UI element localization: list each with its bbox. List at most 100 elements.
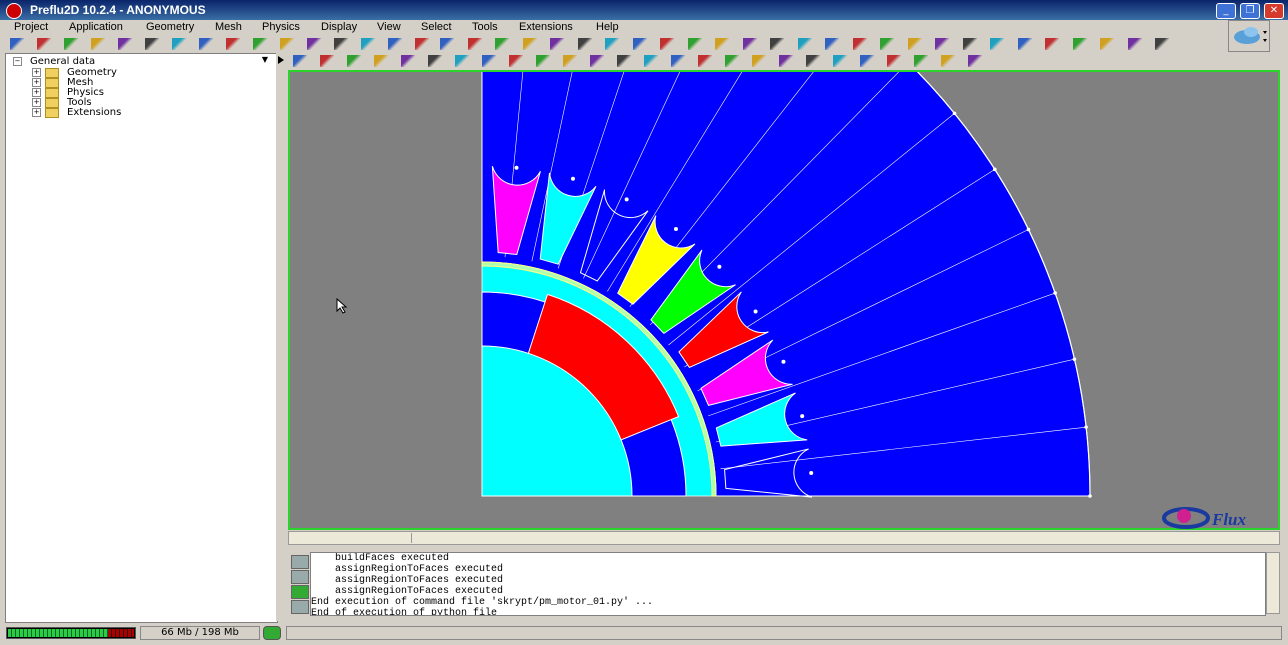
toolbar-button[interactable]: [64, 38, 78, 50]
menu-select[interactable]: Select: [421, 21, 452, 33]
toolbar-button[interactable]: [401, 55, 415, 67]
toolbar-button[interactable]: [415, 38, 429, 50]
expand-icon[interactable]: +: [32, 108, 41, 117]
toolbar-button[interactable]: [660, 38, 674, 50]
toolbar-button[interactable]: [455, 55, 469, 67]
expand-icon[interactable]: +: [32, 98, 41, 107]
toolbar-button[interactable]: [698, 55, 712, 67]
menu-mesh[interactable]: Mesh: [215, 21, 242, 33]
toolbar-button[interactable]: [334, 38, 348, 50]
toolbar-button[interactable]: [806, 55, 820, 67]
gc-icon[interactable]: [263, 626, 281, 640]
console-vscrollbar[interactable]: [1266, 552, 1280, 614]
menu-physics[interactable]: Physics: [262, 21, 300, 33]
toolbar-button[interactable]: [742, 38, 757, 50]
coil-point[interactable]: [570, 176, 575, 181]
toolbar-button[interactable]: [307, 38, 321, 50]
toolbar-button[interactable]: [226, 38, 240, 50]
toolbar-button[interactable]: [833, 55, 847, 67]
toolbar-button[interactable]: [687, 38, 702, 50]
app-icon[interactable]: [6, 3, 22, 19]
toolbar-button[interactable]: [852, 38, 867, 50]
toolbar-button[interactable]: [199, 38, 213, 50]
toolbar-button[interactable]: [467, 38, 482, 50]
toolbar-button[interactable]: [990, 38, 1004, 50]
toolbar-button[interactable]: [617, 55, 631, 67]
toolbar-button[interactable]: [880, 38, 894, 50]
toolbar-button[interactable]: [1155, 38, 1169, 50]
menu-application[interactable]: Application: [69, 21, 123, 33]
toolbar-button[interactable]: [482, 55, 496, 67]
toolbar-button[interactable]: [428, 55, 442, 67]
toolbar-button[interactable]: [797, 38, 812, 50]
toolbar-button[interactable]: [962, 38, 977, 50]
toolbar-button[interactable]: [91, 38, 105, 50]
toolbar-button[interactable]: [770, 38, 784, 50]
coil-point[interactable]: [800, 414, 805, 419]
toolbar-button[interactable]: [495, 38, 509, 50]
cloud-logo-button[interactable]: [1228, 20, 1270, 52]
toolbar-button[interactable]: [522, 38, 537, 50]
viewport-hscrollbar[interactable]: [288, 531, 1280, 545]
coil-point[interactable]: [514, 165, 519, 170]
toolbar-button[interactable]: [941, 55, 955, 67]
motor-geometry[interactable]: [290, 72, 1278, 528]
toolbar-button[interactable]: [280, 38, 294, 50]
panel-splitter[interactable]: [276, 53, 286, 621]
console-up-icon[interactable]: [291, 600, 309, 614]
toolbar-button[interactable]: [752, 55, 766, 67]
menu-project[interactable]: Project: [14, 21, 48, 33]
menu-display[interactable]: Display: [321, 21, 357, 33]
toolbar-button[interactable]: [1017, 38, 1032, 50]
toolbar-button[interactable]: [440, 38, 454, 50]
toolbar-button[interactable]: [1100, 38, 1114, 50]
toolbar-button[interactable]: [968, 55, 982, 67]
graphics-viewport[interactable]: [288, 70, 1280, 530]
coil-point[interactable]: [717, 264, 722, 269]
console-output[interactable]: buildFaces executed assignRegionToFaces …: [310, 552, 1266, 616]
toolbar-button[interactable]: [644, 55, 658, 67]
toolbar-button[interactable]: [825, 38, 839, 50]
toolbar-button[interactable]: [172, 38, 186, 50]
coil-point[interactable]: [753, 309, 758, 314]
menu-extensions[interactable]: Extensions: [519, 21, 573, 33]
minimize-icon[interactable]: _: [1216, 3, 1236, 19]
toolbar-button[interactable]: [388, 38, 402, 50]
toolbar-button[interactable]: [914, 55, 928, 67]
toolbar-button[interactable]: [577, 38, 592, 50]
menu-help[interactable]: Help: [596, 21, 619, 33]
toolbar-button[interactable]: [632, 38, 647, 50]
coil-point[interactable]: [781, 359, 786, 364]
toolbar-button[interactable]: [320, 55, 334, 67]
console-copy-icon[interactable]: [291, 570, 309, 584]
menu-tools[interactable]: Tools: [472, 21, 498, 33]
toolbar-button[interactable]: [715, 38, 729, 50]
chevron-down-icon[interactable]: ▼: [262, 55, 268, 64]
toolbar-button[interactable]: [590, 55, 604, 67]
collapse-icon[interactable]: −: [13, 57, 22, 66]
toolbar-button[interactable]: [347, 55, 361, 67]
coil-point[interactable]: [809, 470, 814, 475]
toolbar-button[interactable]: [1072, 38, 1087, 50]
coil-point[interactable]: [624, 197, 629, 202]
toolbar-button[interactable]: [935, 38, 949, 50]
toolbar-button[interactable]: [145, 38, 159, 50]
toolbar-button[interactable]: [118, 38, 132, 50]
toolbar-button[interactable]: [550, 38, 564, 50]
menu-geometry[interactable]: Geometry: [146, 21, 194, 33]
tree-root[interactable]: − General data ▼: [10, 55, 272, 67]
console-clear-icon[interactable]: [291, 555, 309, 569]
toolbar-button[interactable]: [725, 55, 739, 67]
close-icon[interactable]: ✕: [1264, 3, 1284, 19]
menu-view[interactable]: View: [377, 21, 401, 33]
toolbar-button[interactable]: [860, 55, 874, 67]
expand-icon[interactable]: +: [32, 88, 41, 97]
toolbar-button[interactable]: [1045, 38, 1059, 50]
toolbar-button[interactable]: [605, 38, 619, 50]
expand-icon[interactable]: +: [32, 68, 41, 77]
toolbar-button[interactable]: [10, 38, 24, 50]
toolbar-button[interactable]: [253, 38, 267, 50]
toolbar-button[interactable]: [361, 38, 375, 50]
coil-point[interactable]: [673, 227, 678, 232]
toolbar-button[interactable]: [779, 55, 793, 67]
